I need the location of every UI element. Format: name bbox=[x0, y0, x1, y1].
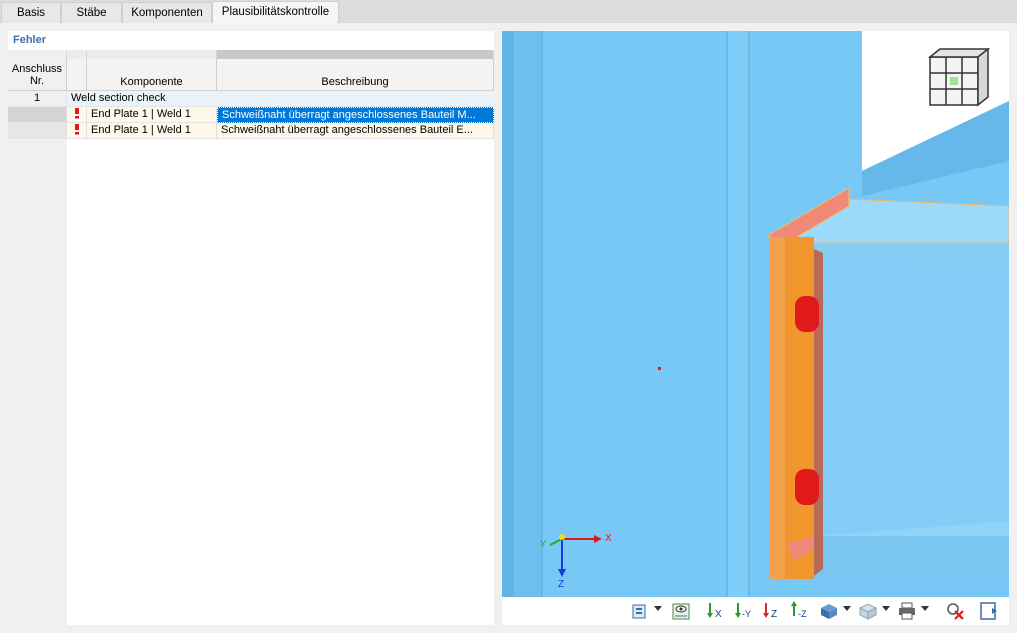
tab-label: Basis bbox=[16, 7, 46, 19]
view-cube-icon[interactable] bbox=[927, 47, 991, 107]
row-header bbox=[8, 107, 67, 123]
group-label: Weld section check bbox=[67, 91, 494, 107]
axis-y-label: Y bbox=[540, 539, 547, 549]
cell-komponente: End Plate 1 | Weld 1 bbox=[87, 107, 217, 123]
render-mode-icon[interactable] bbox=[818, 600, 840, 622]
view-settings-icon[interactable] bbox=[629, 600, 651, 622]
header-spacer bbox=[87, 50, 217, 59]
cell-komponente: End Plate 1 | Weld 1 bbox=[87, 123, 217, 139]
axis-x-label: X bbox=[605, 533, 612, 544]
view-minus-y-icon[interactable]: -Y bbox=[732, 600, 754, 622]
header-spacer bbox=[8, 50, 67, 59]
transparency-icon[interactable] bbox=[857, 600, 879, 622]
tab-label: Plausibilitätskontrolle bbox=[221, 6, 330, 18]
view-x-icon[interactable]: X bbox=[704, 600, 726, 622]
chevron-down-icon[interactable] bbox=[921, 606, 929, 611]
column-header-beschreibung[interactable]: Beschreibung bbox=[217, 59, 494, 91]
column-header-icon[interactable] bbox=[67, 59, 87, 91]
tab-komponenten[interactable]: Komponenten bbox=[122, 2, 212, 23]
table-row[interactable]: End Plate 1 | Weld 1 Schweißnaht überrag… bbox=[8, 107, 494, 123]
header-label-line2: Nr. bbox=[29, 75, 45, 87]
header-label: Beschreibung bbox=[321, 76, 389, 88]
group-nr: 1 bbox=[8, 91, 67, 107]
row-header-column bbox=[8, 59, 67, 625]
header-label: Komponente bbox=[120, 76, 183, 88]
print-icon[interactable] bbox=[896, 600, 918, 622]
view-z-icon[interactable]: Z bbox=[760, 600, 782, 622]
header-label-line1: Anschluss bbox=[11, 63, 63, 75]
view-toolbar: X -Y Z -Z bbox=[502, 597, 1009, 625]
header-spacer bbox=[217, 50, 494, 59]
cell-beschreibung: Schweißnaht überragt angeschlossenes Bau… bbox=[217, 107, 494, 123]
header-spacer bbox=[67, 50, 87, 59]
column-header-anschluss[interactable]: Anschluss Nr. bbox=[8, 59, 67, 91]
view-minus-z-icon[interactable]: -Z bbox=[788, 600, 810, 622]
axis-label: Z bbox=[771, 609, 777, 620]
tab-plausibilitaetskontrolle[interactable]: Plausibilitätskontrolle bbox=[212, 1, 339, 23]
axis-label: X bbox=[715, 609, 722, 620]
connection-model bbox=[502, 31, 1009, 597]
reset-view-icon[interactable] bbox=[944, 600, 966, 622]
section-title: Fehler bbox=[13, 34, 47, 46]
cell-beschreibung: Schweißnaht überragt angeschlossenes Bau… bbox=[217, 123, 494, 139]
exit-view-icon[interactable] bbox=[978, 600, 1000, 622]
axis-label: -Y bbox=[742, 609, 751, 619]
table-row[interactable]: End Plate 1 | Weld 1 Schweißnaht überrag… bbox=[8, 123, 494, 139]
tab-basis[interactable]: Basis bbox=[1, 2, 61, 23]
visibility-icon[interactable] bbox=[670, 600, 692, 622]
row-header bbox=[8, 123, 67, 139]
chevron-down-icon[interactable] bbox=[654, 606, 662, 611]
tab-bar: Basis Stäbe Komponenten Plausibilitätsko… bbox=[0, 0, 1017, 23]
error-icon bbox=[67, 107, 87, 123]
chevron-down-icon[interactable] bbox=[882, 606, 890, 611]
axis-z-label: Z bbox=[558, 579, 565, 590]
chevron-down-icon[interactable] bbox=[843, 606, 851, 611]
3d-viewport[interactable]: X Z Y bbox=[502, 31, 1009, 597]
axis-label: -Z bbox=[798, 609, 807, 619]
tab-label: Komponenten bbox=[131, 7, 203, 19]
group-row[interactable]: 1 Weld section check bbox=[8, 91, 494, 107]
tab-staebe[interactable]: Stäbe bbox=[61, 2, 122, 23]
tab-label: Stäbe bbox=[76, 7, 107, 19]
error-icon bbox=[67, 123, 87, 139]
error-panel: Fehler Anschluss Nr. Komponente Beschrei… bbox=[8, 31, 494, 625]
column-header-komponente[interactable]: Komponente bbox=[87, 59, 217, 91]
